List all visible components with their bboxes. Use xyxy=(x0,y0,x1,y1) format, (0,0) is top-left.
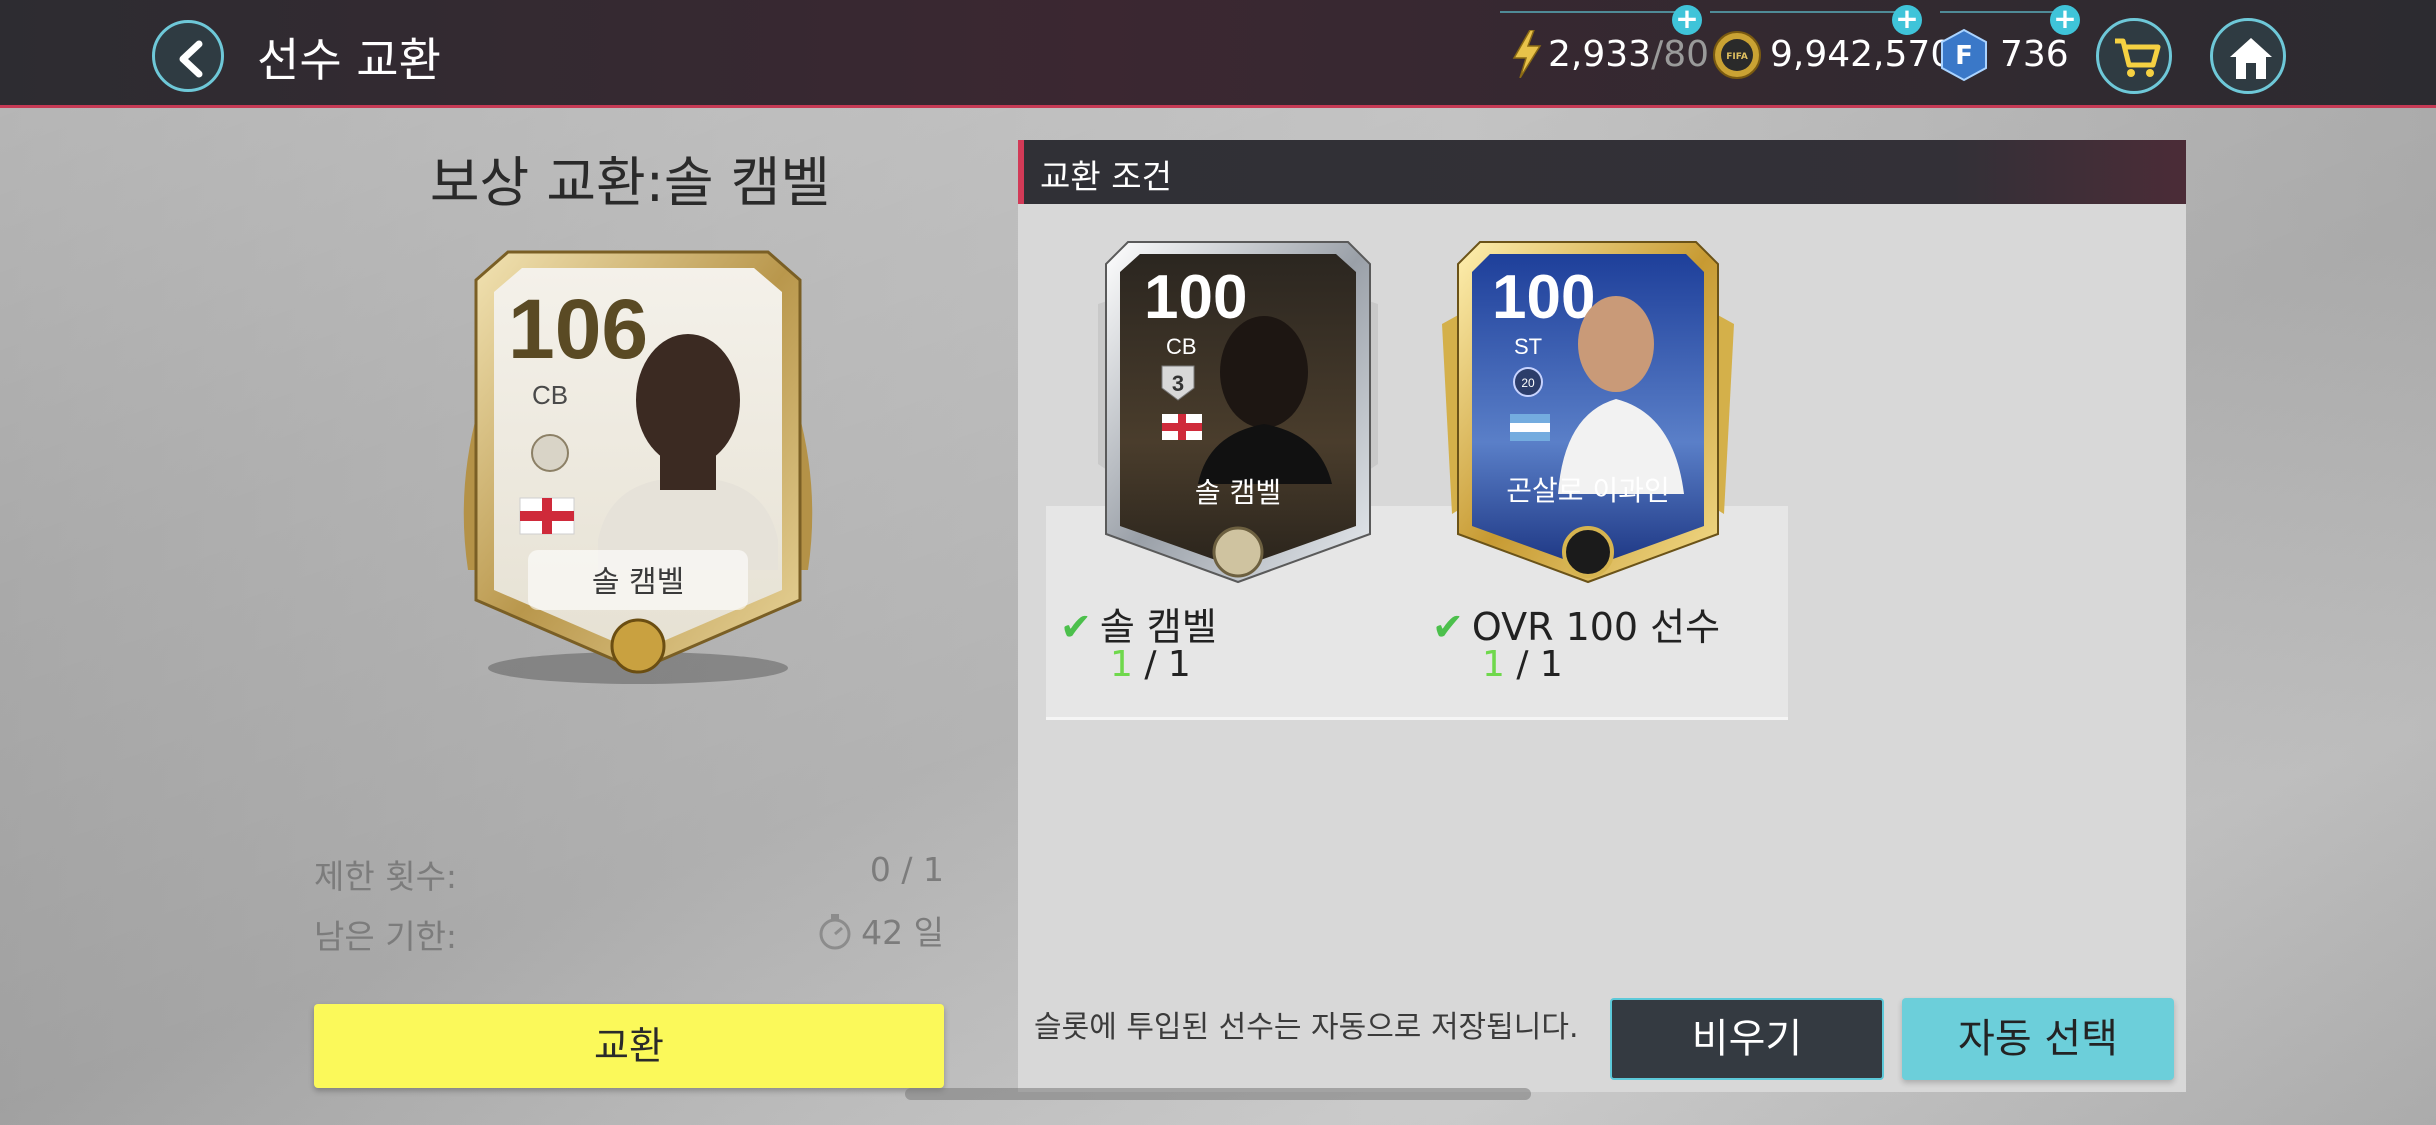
home-button[interactable] xyxy=(2210,18,2286,94)
stamina-current: 2,933 xyxy=(1548,34,1652,75)
condition-2-label: OVR 100 선수 xyxy=(1471,605,1721,649)
deadline-label: 남은 기한: xyxy=(314,917,458,956)
condition-1-need: / 1 xyxy=(1132,644,1191,685)
medal-icon xyxy=(1212,526,1264,578)
icon-badge-icon xyxy=(531,434,569,472)
slot-2-ovr: 100 xyxy=(1492,263,1595,332)
condition-1-count: 1 / 1 xyxy=(1110,644,1191,685)
back-button[interactable] xyxy=(152,20,224,92)
screen-title: 선수 교환 xyxy=(257,33,441,87)
slot-1-card-art: 100 CB 3 솔 캠벨 xyxy=(1098,241,1378,584)
slot-1-level: 3 xyxy=(1172,371,1184,396)
add-points-button[interactable]: + xyxy=(2050,5,2080,35)
reward-card-position: CB xyxy=(532,380,568,410)
fifa-points-icon: F xyxy=(1941,28,1987,82)
home-indicator[interactable] xyxy=(905,1088,1531,1100)
check-icon: ✔ xyxy=(1432,605,1464,649)
add-stamina-button[interactable]: + xyxy=(1672,5,1702,35)
condition-1-have: 1 xyxy=(1110,644,1133,685)
conditions-title: 교환 조건 xyxy=(1040,157,1172,196)
condition-2-count: 1 / 1 xyxy=(1482,644,1563,685)
coin-bar-line xyxy=(1710,11,1918,13)
add-coins-button[interactable]: + xyxy=(1892,5,1922,35)
england-flag-icon xyxy=(1162,414,1202,440)
chevron-left-icon xyxy=(179,40,203,78)
shopping-cart-icon xyxy=(2115,38,2161,77)
home-icon xyxy=(2230,38,2272,79)
condition-1-requirement: ✔ 솔 캠벨 xyxy=(1060,596,1217,651)
fifa-points-amount: 736 xyxy=(2000,34,2069,75)
shop-button[interactable] xyxy=(2096,18,2172,94)
reward-title: 보상 교환:솔 캠벨 xyxy=(429,151,831,214)
condition-slot-2-card[interactable]: 100 ST 20 곤살로 이과인 xyxy=(1438,234,1738,594)
england-flag-icon xyxy=(519,497,575,535)
slot-2-card-art: 100 ST 20 곤살로 이과인 xyxy=(1442,241,1734,584)
auto-save-note: 슬롯에 투입된 선수는 자동으로 저장됩니다. xyxy=(1034,1010,1579,1045)
limit-value: 0 / 1 xyxy=(869,850,944,889)
reward-player-card[interactable]: 106 CB 솔 캠벨 xyxy=(448,240,828,700)
fifa-coin-icon: FIFA xyxy=(1713,31,1761,79)
reward-card-art: 106 CB 솔 캠벨 xyxy=(463,250,813,684)
svg-text:FIFA: FIFA xyxy=(1726,52,1748,62)
limit-label: 제한 횟수: xyxy=(314,857,458,896)
coin-amount: 9,942,570 xyxy=(1770,34,1954,75)
slot-1-position: CB xyxy=(1166,334,1197,359)
slot-2-name: 곤살로 이과인 xyxy=(1506,474,1669,507)
condition-2-requirement: ✔ OVR 100 선수 xyxy=(1432,596,1720,651)
deadline-value: 42 일 xyxy=(861,913,944,952)
exchange-button[interactable]: 교환 xyxy=(314,1004,944,1088)
condition-slot-1-card[interactable]: 100 CB 3 솔 캠벨 xyxy=(1088,234,1388,594)
coin-counter: FIFA 9,942,570 xyxy=(1710,11,1953,84)
svg-text:F: F xyxy=(1955,41,1973,71)
soccer-ball-icon xyxy=(1562,526,1614,578)
slot-2-badge: 20 xyxy=(1521,376,1535,390)
auto-select-button[interactable]: 자동 선택 xyxy=(1902,998,2174,1080)
argentina-flag-icon xyxy=(1510,414,1550,441)
exchange-conditions-panel: 교환 조건 100 CB 3 솔 캠벨 100 ST 20 곤살로 이과인 ✔ … xyxy=(1018,140,2186,1092)
points-bar-line xyxy=(1940,11,2068,13)
reward-card-name: 솔 캠벨 xyxy=(592,565,684,600)
clear-button[interactable]: 비우기 xyxy=(1610,998,1884,1080)
condition-2-need: / 1 xyxy=(1504,644,1563,685)
top-bar: 선수 교환 2,933/80 + FIFA 9,942,570 + F 736 … xyxy=(0,0,2436,108)
season-badge-icon: 20 xyxy=(1513,367,1543,397)
condition-1-label: 솔 캠벨 xyxy=(1099,605,1217,649)
conditions-header: 교환 조건 xyxy=(1018,140,2186,204)
gold-medal-icon xyxy=(610,618,666,674)
stamina-counter: 2,933/80 xyxy=(1500,11,1709,84)
condition-2-have: 1 xyxy=(1482,644,1505,685)
reward-card-ovr: 106 xyxy=(508,282,648,376)
slot-2-position: ST xyxy=(1514,334,1542,359)
check-icon: ✔ xyxy=(1060,605,1092,649)
lightning-bolt-icon xyxy=(1512,30,1542,78)
slot-1-ovr: 100 xyxy=(1144,263,1247,332)
stamina-max: /80 xyxy=(1651,34,1709,75)
fifa-points-counter: F 736 xyxy=(1940,11,2080,84)
slot-1-name: 솔 캠벨 xyxy=(1195,476,1281,509)
stamina-bar-line xyxy=(1500,11,1688,13)
